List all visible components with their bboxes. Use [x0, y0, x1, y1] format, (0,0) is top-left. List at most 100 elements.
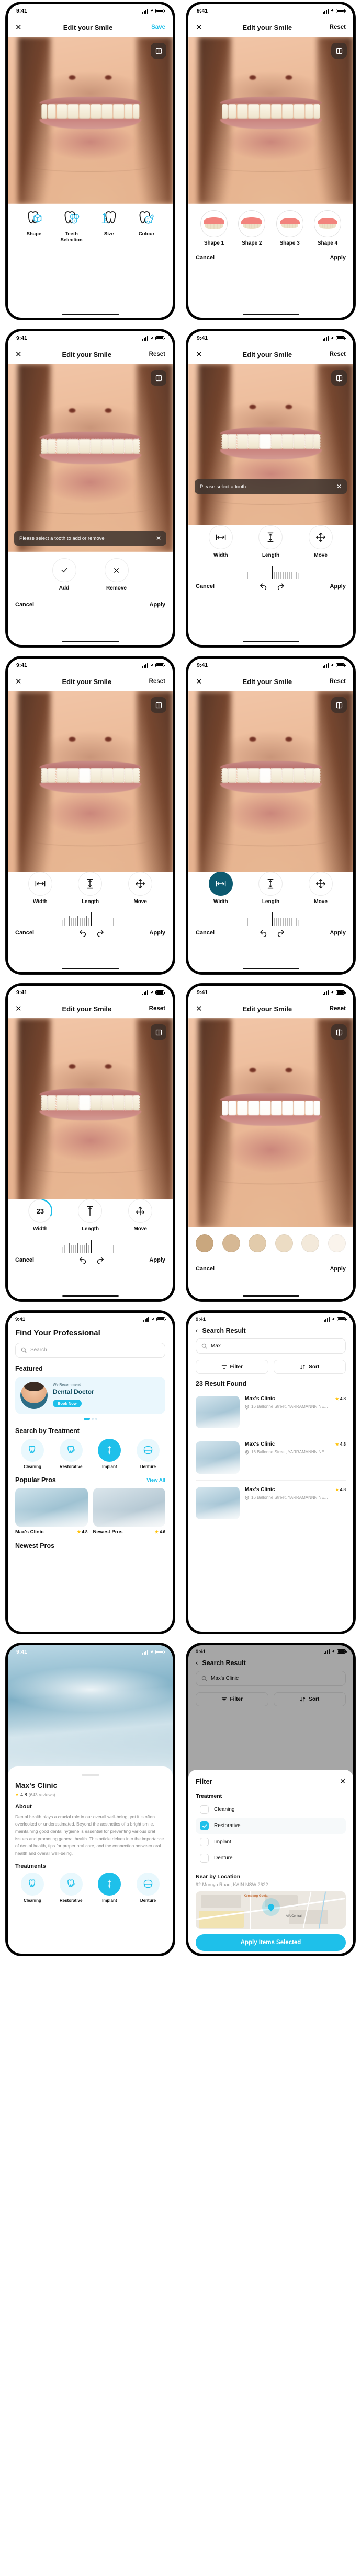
teeth-row[interactable]	[220, 767, 322, 784]
filter-option-restorative[interactable]: Restorative	[196, 1818, 346, 1834]
add-button[interactable]: Add	[45, 558, 84, 591]
book-now-button[interactable]: Book Now	[53, 1400, 82, 1407]
tool-length[interactable]: Length	[71, 1199, 109, 1232]
treatment-denture[interactable]: Denture	[131, 1872, 165, 1903]
shape-option[interactable]: Shape 4	[309, 210, 346, 246]
apply-button[interactable]: Apply	[330, 255, 346, 261]
tool-length[interactable]: Length	[251, 872, 290, 905]
apply-button[interactable]: Apply	[149, 930, 165, 936]
value-slider[interactable]	[15, 1239, 165, 1253]
compare-icon[interactable]	[151, 43, 166, 59]
filter-option-implant[interactable]: Implant	[196, 1834, 346, 1850]
filter-option-cleaning[interactable]: Cleaning	[196, 1801, 346, 1818]
apply-button[interactable]: Apply	[149, 602, 165, 608]
close-icon[interactable]: ✕	[196, 24, 205, 31]
cancel-button[interactable]: Cancel	[196, 583, 215, 590]
treatment-restorative[interactable]: Restorative	[54, 1872, 88, 1903]
tool-width[interactable]: Width	[21, 872, 60, 905]
reset-button[interactable]: Reset	[149, 1006, 165, 1012]
close-icon[interactable]: ✕	[340, 1777, 346, 1786]
tool-width[interactable]: Width	[201, 525, 240, 558]
reset-button[interactable]: Reset	[149, 678, 165, 685]
close-icon[interactable]: ✕	[15, 1005, 25, 1013]
treatment-implant[interactable]: Implant	[92, 1439, 127, 1469]
save-button[interactable]: Save	[151, 24, 165, 30]
colour-swatch[interactable]	[301, 1234, 320, 1252]
apply-items-button[interactable]: Apply Items Selected	[196, 1934, 346, 1951]
location-map[interactable]: Kembang Goela AIA Central	[196, 1891, 346, 1929]
photo-preview[interactable]	[188, 691, 353, 885]
search-input[interactable]: Max	[196, 1338, 346, 1354]
pro-card[interactable]: Newest Pros ★ 4.6	[93, 1488, 165, 1535]
checkbox[interactable]	[200, 1805, 209, 1814]
value-slider[interactable]	[196, 565, 346, 579]
cancel-button[interactable]: Cancel	[15, 1257, 34, 1263]
shape-option[interactable]: Shape 3	[272, 210, 308, 246]
treatment-cleaning[interactable]: Cleaning	[15, 1872, 50, 1903]
cancel-button[interactable]: Cancel	[196, 255, 215, 261]
cancel-button[interactable]: Cancel	[196, 1266, 215, 1272]
tool-move[interactable]: Move	[301, 525, 340, 558]
colour-swatch[interactable]	[328, 1234, 346, 1252]
pro-card[interactable]: Max's Clinic ★ 4.8	[15, 1488, 88, 1535]
compare-icon[interactable]	[151, 1024, 166, 1040]
compare-icon[interactable]	[331, 1024, 347, 1040]
photo-preview[interactable]: Please select a tooth to add or remove ✕	[8, 364, 173, 552]
close-icon[interactable]: ✕	[196, 351, 205, 359]
apply-button[interactable]: Apply	[149, 1257, 165, 1263]
result-row[interactable]: Max's Clinic ★ 4.8 16 Ballonne Street, YA…	[188, 1437, 353, 1478]
photo-preview[interactable]	[188, 37, 353, 204]
close-icon[interactable]: ✕	[15, 351, 25, 359]
compare-icon[interactable]	[331, 697, 347, 713]
close-icon[interactable]: ✕	[15, 678, 25, 686]
back-icon[interactable]: ‹	[196, 1326, 198, 1334]
teeth-row[interactable]	[39, 1094, 141, 1112]
tool-width-value[interactable]: 23 Width	[21, 1199, 60, 1232]
compare-icon[interactable]	[151, 370, 166, 386]
treatment-denture[interactable]: Denture	[131, 1439, 165, 1469]
treatment-cleaning[interactable]: Cleaning	[15, 1439, 50, 1469]
cancel-button[interactable]: Cancel	[15, 930, 34, 936]
photo-preview[interactable]	[188, 1018, 353, 1227]
reset-button[interactable]: Reset	[330, 1006, 346, 1012]
teeth-row[interactable]	[39, 767, 141, 784]
photo-preview[interactable]	[8, 37, 173, 204]
tool-length[interactable]: Length	[251, 525, 290, 558]
reset-button[interactable]: Reset	[330, 351, 346, 357]
colour-swatch[interactable]	[249, 1234, 267, 1252]
compare-icon[interactable]	[331, 43, 347, 59]
colour-swatch[interactable]	[275, 1234, 293, 1252]
checkbox[interactable]	[200, 1821, 209, 1830]
compare-icon[interactable]	[331, 370, 347, 386]
search-input[interactable]: Search	[15, 1343, 165, 1358]
sort-button[interactable]: Sort	[273, 1360, 346, 1374]
reset-button[interactable]: Reset	[330, 24, 346, 30]
photo-preview[interactable]	[8, 1018, 173, 1212]
tool-move[interactable]: Move	[121, 1199, 160, 1232]
apply-button[interactable]: Apply	[330, 1266, 346, 1272]
checkbox[interactable]	[200, 1838, 209, 1846]
close-icon[interactable]: ✕	[15, 24, 25, 31]
reset-button[interactable]: Reset	[149, 351, 165, 357]
close-icon[interactable]: ✕	[196, 1005, 205, 1013]
photo-preview[interactable]	[8, 691, 173, 885]
carousel-dots[interactable]	[15, 1418, 165, 1420]
drag-handle[interactable]	[81, 1774, 99, 1776]
apply-button[interactable]: Apply	[330, 930, 346, 936]
shape-option[interactable]: Shape 2	[233, 210, 270, 246]
filter-button[interactable]: Filter	[196, 1360, 268, 1374]
tool-size[interactable]: Size	[91, 210, 128, 237]
tool-shape[interactable]: Shape	[15, 210, 53, 237]
result-row[interactable]: Max's Clinic ★ 4.8 16 Ballonne Street, YA…	[188, 1392, 353, 1433]
tool-move[interactable]: Move	[121, 872, 160, 905]
colour-swatch[interactable]	[196, 1234, 213, 1252]
apply-button[interactable]: Apply	[330, 583, 346, 590]
compare-icon[interactable]	[151, 697, 166, 713]
tool-teeth-selection[interactable]: 3 2 1 Teeth Selection	[53, 210, 91, 244]
result-row[interactable]: Max's Clinic ★ 4.8 16 Ballonne Street, YA…	[188, 1483, 353, 1523]
treatment-restorative[interactable]: Restorative	[54, 1439, 88, 1469]
colour-swatch[interactable]	[222, 1234, 240, 1252]
reset-button[interactable]: Reset	[330, 678, 346, 685]
tool-width[interactable]: Width	[201, 872, 240, 905]
featured-card[interactable]: We Recommend Dental Doctor Book Now	[15, 1377, 165, 1414]
